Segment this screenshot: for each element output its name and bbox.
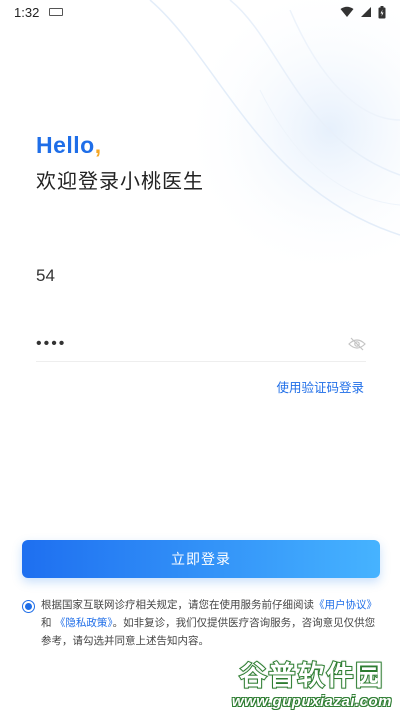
user-agreement-link[interactable]: 《用户协议》 — [314, 599, 377, 611]
status-icons — [340, 5, 386, 19]
agreement-and: 和 — [41, 617, 52, 629]
login-button[interactable]: 立即登录 — [22, 540, 380, 578]
battery-icon — [378, 5, 386, 18]
password-input[interactable] — [36, 334, 348, 353]
hello-comma: , — [94, 132, 102, 158]
agreement-text-part1: 根据国家互联网诊疗相关规定，请您在使用服务前仔细阅读 — [41, 599, 314, 611]
agreement-text: 根据国家互联网诊疗相关规定，请您在使用服务前仔细阅读《用户协议》 和 《隐私政策… — [41, 596, 380, 650]
cellular-signal-icon — [361, 7, 371, 17]
keyboard-icon — [49, 8, 64, 16]
status-time: 1:32 — [14, 4, 40, 20]
watermark-title: 谷普软件园 — [238, 660, 385, 693]
password-row — [36, 326, 366, 362]
hello-text: Hello — [36, 132, 95, 158]
watermark: 谷普软件园 www.gupuxiazai.com — [232, 654, 392, 710]
agreement: 根据国家互联网诊疗相关规定，请您在使用服务前仔细阅读《用户协议》 和 《隐私政策… — [22, 596, 380, 650]
agreement-checkbox[interactable] — [22, 600, 35, 613]
sms-code-login-link[interactable]: 使用验证码登录 — [276, 377, 364, 396]
eye-closed-icon[interactable] — [348, 337, 366, 351]
privacy-policy-link[interactable]: 《隐私政策》 — [55, 617, 113, 629]
status-bar: 1:32 — [0, 0, 400, 24]
wifi-icon — [340, 6, 354, 17]
welcome-title: 欢迎登录小桃医生 — [36, 169, 204, 193]
phone-input[interactable] — [36, 258, 364, 294]
watermark-url: www.gupuxiazai.com — [231, 693, 392, 710]
hello-heading: Hello, — [36, 132, 102, 159]
